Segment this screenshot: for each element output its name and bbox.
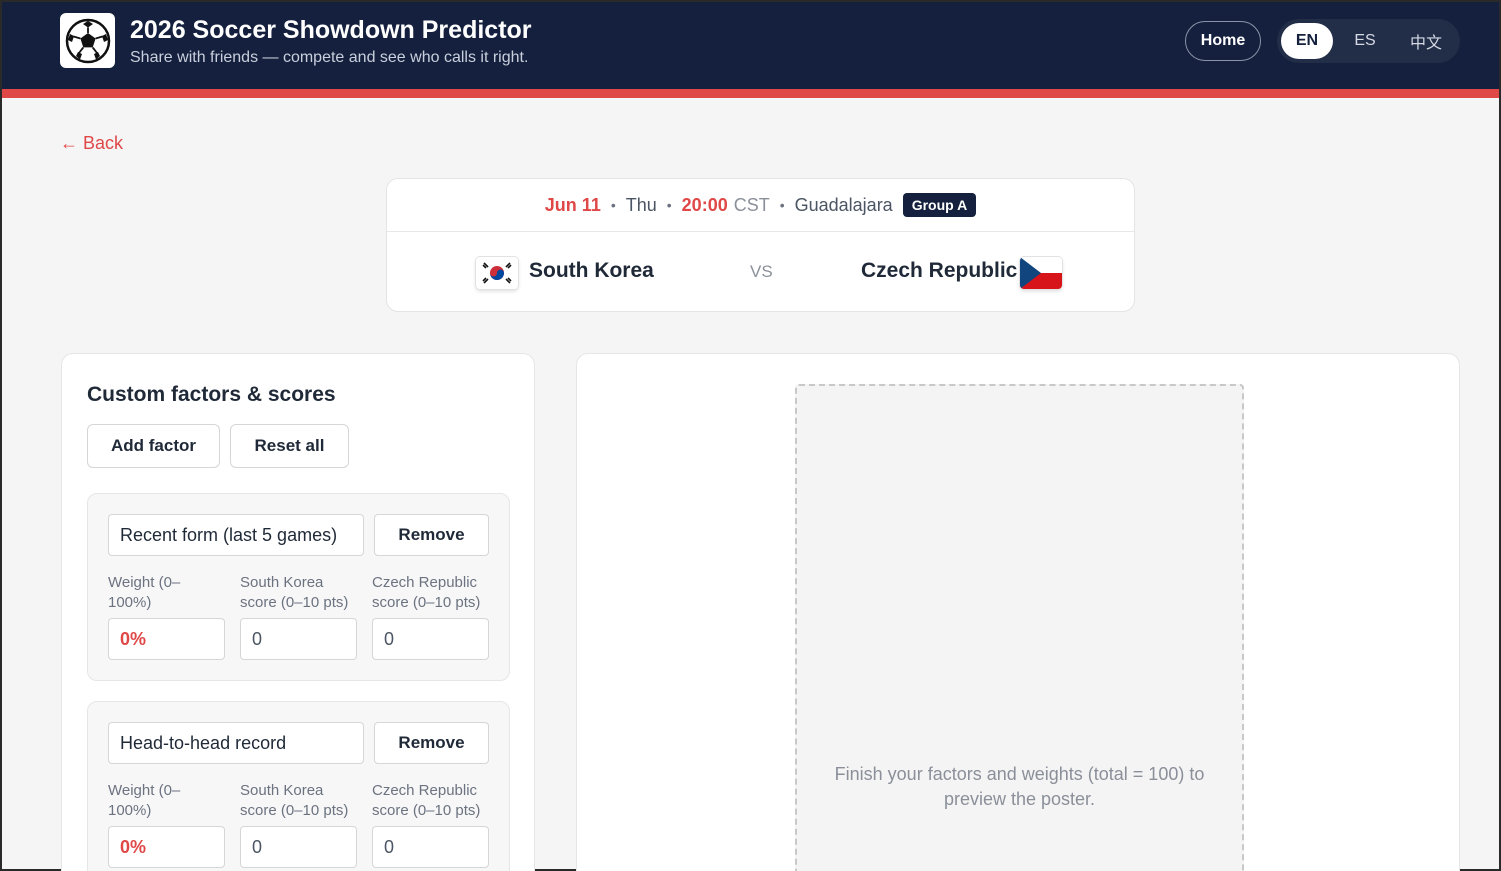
match-time-group: 20:00 CST: [682, 195, 770, 216]
app-header: 2026 Soccer Showdown Predictor Share wit…: [2, 2, 1499, 89]
home-score-input[interactable]: 0: [240, 826, 357, 868]
weight-input[interactable]: 0%: [108, 618, 225, 660]
weight-input[interactable]: 0%: [108, 826, 225, 868]
remove-factor-button[interactable]: Remove: [374, 722, 489, 764]
weight-label: Weight (0–100%): [108, 782, 181, 819]
match-card: Jun 11 • Thu • 20:00 CST • Guadalajara G…: [386, 178, 1135, 312]
app-subtitle: Share with friends — compete and see who…: [130, 49, 529, 66]
match-meta: Jun 11 • Thu • 20:00 CST • Guadalajara G…: [387, 179, 1134, 232]
match-date: Jun 11: [544, 194, 601, 215]
teams-row: South Korea VS Czech Republic: [387, 233, 1134, 313]
factor-card: Recent form (last 5 games) Remove Weight…: [87, 493, 510, 681]
factor-name-input[interactable]: Recent form (last 5 games): [108, 514, 364, 556]
back-link[interactable]: ← Back: [60, 133, 123, 154]
czech-republic-flag-icon: [1020, 257, 1062, 289]
match-time: 20:00: [681, 194, 728, 215]
factors-panel-title: Custom factors & scores: [87, 383, 336, 406]
away-score-label: Czech Republic score (0–10 pts): [372, 574, 481, 611]
home-button[interactable]: Home: [1185, 21, 1261, 61]
away-score-input[interactable]: 0: [372, 826, 489, 868]
add-factor-button[interactable]: Add factor: [87, 424, 220, 468]
away-score-label: Czech Republic score (0–10 pts): [372, 782, 481, 819]
group-badge: Group A: [902, 193, 977, 217]
separator-dot: •: [610, 197, 616, 213]
home-score-label: South Korea score (0–10 pts): [240, 574, 349, 611]
reset-all-button[interactable]: Reset all: [230, 424, 349, 468]
app-title: 2026 Soccer Showdown Predictor: [130, 16, 532, 44]
home-team-name: South Korea: [529, 259, 654, 282]
language-zh-button[interactable]: 中文: [1397, 23, 1455, 59]
away-team-name: Czech Republic: [861, 259, 1018, 282]
soccer-ball-logo: [60, 13, 115, 68]
home-score-label: South Korea score (0–10 pts): [240, 782, 349, 819]
match-timezone: CST: [733, 194, 770, 215]
factor-card: Head-to-head record Remove Weight (0–100…: [87, 701, 510, 871]
weight-label: Weight (0–100%): [108, 574, 181, 611]
language-switcher: EN ES 中文: [1277, 19, 1460, 63]
language-es-button[interactable]: ES: [1339, 23, 1391, 59]
poster-preview-placeholder: Finish your factors and weights (total =…: [795, 384, 1244, 871]
match-weekday: Thu: [625, 194, 657, 215]
factor-name-input[interactable]: Head-to-head record: [108, 722, 364, 764]
home-score-input[interactable]: 0: [240, 618, 357, 660]
separator-dot: •: [779, 197, 785, 213]
language-en-button[interactable]: EN: [1281, 23, 1333, 59]
factors-panel: Custom factors & scores Add factor Reset…: [61, 353, 535, 871]
separator-dot: •: [666, 197, 672, 213]
soccer-ball-icon: [65, 18, 110, 63]
remove-factor-button[interactable]: Remove: [374, 514, 489, 556]
away-score-input[interactable]: 0: [372, 618, 489, 660]
vs-label: VS: [750, 262, 773, 281]
poster-hint-text: Finish your factors and weights (total =…: [834, 764, 1205, 809]
south-korea-flag-icon: [476, 257, 518, 289]
match-venue: Guadalajara: [794, 194, 893, 215]
header-accent-stripe: [2, 89, 1499, 98]
poster-panel: Finish your factors and weights (total =…: [576, 353, 1460, 871]
